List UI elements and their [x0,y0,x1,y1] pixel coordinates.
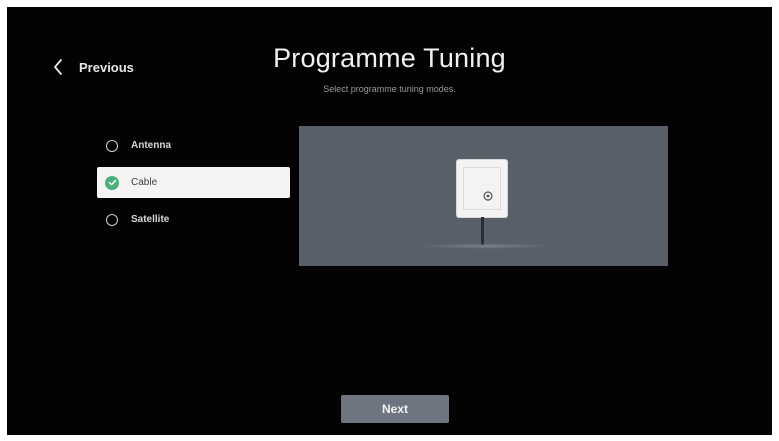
option-label: Antenna [131,140,171,151]
cable-illustration [299,126,668,266]
coax-socket-icon [483,191,493,201]
option-antenna[interactable]: Antenna [97,130,290,161]
option-satellite[interactable]: Satellite [97,204,290,235]
page-subtitle: Select programme tuning modes. [323,84,456,94]
cable-line [481,217,484,245]
option-label: Cable [131,177,158,188]
next-button[interactable]: Next [341,395,449,423]
wall-cable-socket-icon [457,160,507,217]
check-circle-icon [105,175,119,190]
tv-screen: Previous Programme Tuning Select program… [7,7,772,435]
option-label: Satellite [131,214,170,225]
radio-unchecked-icon [106,139,118,152]
floor-shadow [419,243,553,249]
page-title: Programme Tuning [273,43,506,73]
wall-plate-frame [463,167,501,210]
tuning-mode-options: Antenna Cable Satellite [97,130,290,241]
radio-unchecked-icon [106,213,118,226]
option-cable[interactable]: Cable [97,167,290,198]
